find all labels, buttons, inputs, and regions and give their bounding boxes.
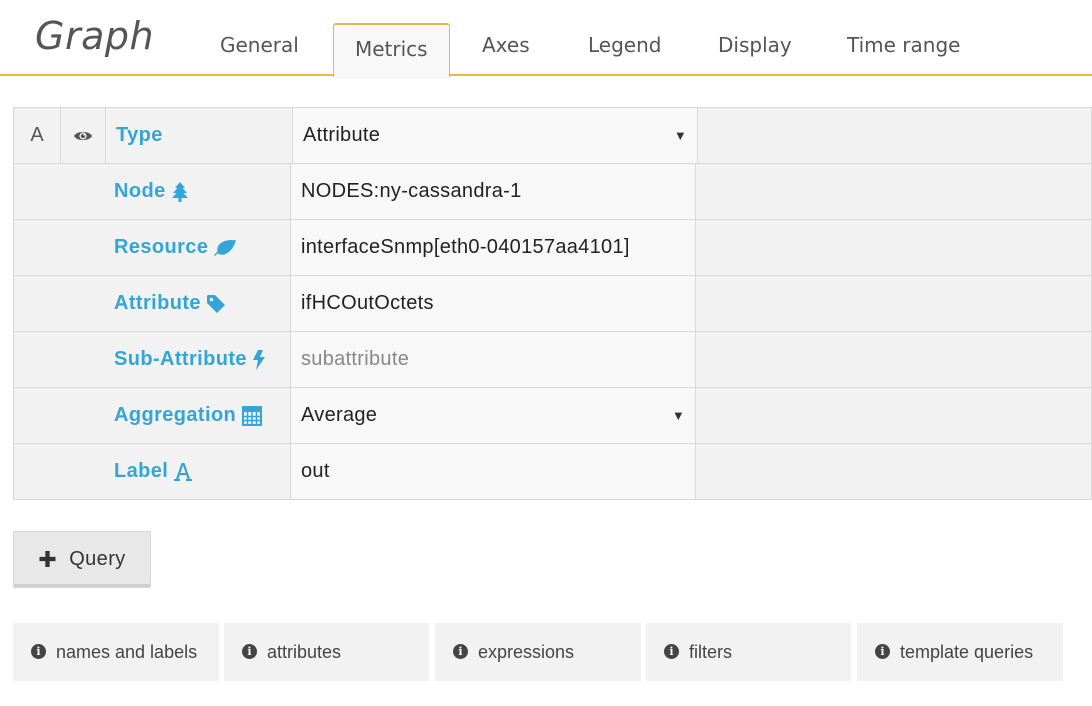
tag-icon xyxy=(206,294,225,313)
caret-down-icon: ▼ xyxy=(673,128,687,143)
type-select[interactable]: Attribute ▼ xyxy=(292,108,698,163)
leaf-icon xyxy=(214,239,237,256)
query-row-aggregation: Aggregation Average ▼ xyxy=(13,387,1092,443)
info-icon: i xyxy=(875,643,890,659)
query-row-type: A Type Attribute ▼ xyxy=(13,107,1092,163)
add-query-button[interactable]: ✚ Query xyxy=(13,531,151,588)
plus-icon: ✚ xyxy=(38,546,58,572)
node-label: Node xyxy=(114,164,188,219)
help-tab-names-and-labels[interactable]: i names and labels xyxy=(13,623,219,681)
query-row-subattribute: Sub-Attribute subattribute xyxy=(13,331,1092,387)
tab-underline xyxy=(0,74,1092,76)
info-icon: i xyxy=(664,643,679,659)
attribute-input[interactable]: ifHCOutOctets xyxy=(290,276,696,331)
tab-general[interactable]: General xyxy=(220,33,299,57)
help-tab-template-queries[interactable]: i template queries xyxy=(857,623,1063,681)
aggregation-select[interactable]: Average ▼ xyxy=(290,388,696,443)
tab-metrics[interactable]: Metrics xyxy=(333,23,450,79)
tab-legend[interactable]: Legend xyxy=(588,33,661,57)
caret-down-icon: ▼ xyxy=(671,408,685,423)
panel-editor-header: Graph General Metrics Axes Legend Displa… xyxy=(0,0,1092,79)
info-icon: i xyxy=(31,643,46,659)
aggregation-label: Aggregation xyxy=(114,388,263,443)
subattribute-input[interactable]: subattribute xyxy=(290,332,696,387)
tab-time-range[interactable]: Time range xyxy=(847,33,960,57)
info-icon: i xyxy=(453,643,468,659)
help-tab-filters[interactable]: i filters xyxy=(646,623,851,681)
help-tab-expressions[interactable]: i expressions xyxy=(435,623,641,681)
attribute-label: Attribute xyxy=(114,276,225,331)
query-row-resource: Resource interfaceSnmp[eth0-040157aa4101… xyxy=(13,219,1092,275)
tab-axes[interactable]: Axes xyxy=(482,33,530,57)
resource-input[interactable]: interfaceSnmp[eth0-040157aa4101] xyxy=(290,220,696,275)
query-row-label: Label out xyxy=(13,443,1092,500)
help-tab-attributes[interactable]: i attributes xyxy=(224,623,429,681)
label-label: Label xyxy=(114,444,193,499)
type-label: Type xyxy=(116,124,163,146)
eye-icon[interactable] xyxy=(61,108,106,163)
label-input[interactable]: out xyxy=(290,444,696,499)
query-row-node: Node NODES:ny-cassandra-1 xyxy=(13,163,1092,219)
calculator-icon xyxy=(242,405,263,426)
query-row-attribute: Attribute ifHCOutOctets xyxy=(13,275,1092,331)
bolt-icon xyxy=(252,349,265,370)
query-ref-id[interactable]: A xyxy=(14,108,61,163)
tab-display[interactable]: Display xyxy=(718,33,792,57)
tree-icon xyxy=(171,181,188,202)
resource-label: Resource xyxy=(114,220,237,275)
font-icon xyxy=(174,462,193,481)
info-icon: i xyxy=(242,643,257,659)
subattribute-label: Sub-Attribute xyxy=(114,332,265,387)
node-input[interactable]: NODES:ny-cassandra-1 xyxy=(290,164,696,219)
panel-title: Graph xyxy=(35,14,155,58)
